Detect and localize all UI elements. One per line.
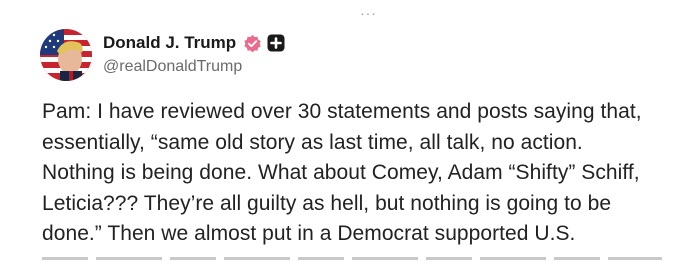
post-body-line: Leticia??? They’re all guilty as hell, b…: [42, 191, 612, 215]
plus-square-icon: [267, 34, 285, 52]
author-name-row: Donald J. Trump: [103, 31, 285, 55]
truncated-text-line: [42, 253, 662, 265]
verified-badge-icon: [244, 34, 261, 52]
avatar-image: [40, 29, 92, 81]
post-body: Pam: I have reviewed over 30 statements …: [42, 97, 682, 250]
post-body-line: done.” Then we almost put in a Democrat …: [42, 222, 576, 245]
author-display-name[interactable]: Donald J. Trump: [103, 33, 236, 53]
post-body-line: Pam: I have reviewed over 30 statements …: [42, 100, 642, 123]
post-body-line: Nothing is being done. What about Comey,…: [42, 161, 640, 184]
avatar[interactable]: [40, 29, 92, 81]
more-options-icon[interactable]: ···: [360, 6, 377, 20]
author-handle[interactable]: @realDonaldTrump: [103, 58, 285, 76]
post-author: Donald J. Trump @realDonaldTrump: [103, 31, 285, 76]
post-body-line: essentially, “same old story as last tim…: [42, 130, 583, 154]
